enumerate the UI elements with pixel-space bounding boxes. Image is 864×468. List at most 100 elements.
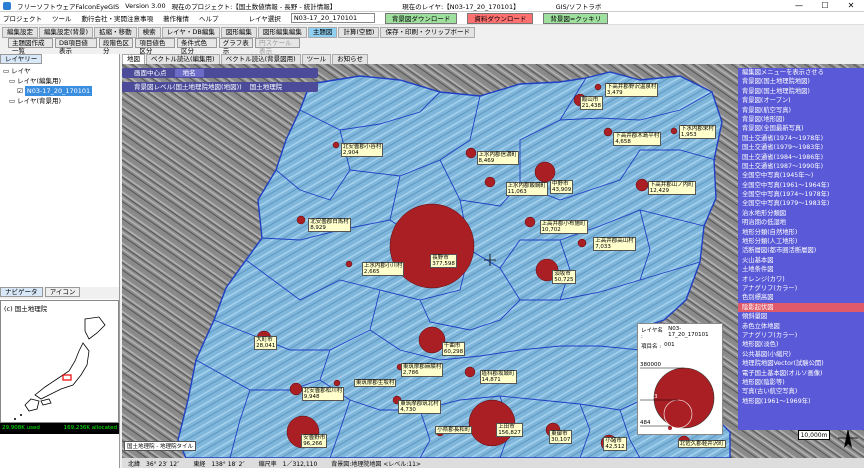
maximize-icon[interactable]: ☐	[812, 0, 838, 12]
tab-shape-edit2[interactable]: 図形編集編集	[257, 27, 307, 38]
bg-menu-item-34[interactable]: 写真(古い航空写真)	[738, 387, 864, 396]
bg-menu-item-19[interactable]: 活断層図(都市圏活断層図)	[738, 246, 864, 255]
bg-menu-item-29[interactable]: 地形図(淡色)	[738, 340, 864, 349]
bg-menu-item-12[interactable]: 全国空中写真(1961〜1964年)	[738, 181, 864, 190]
tab-edit-settings-bg[interactable]: 編集設定(背景)	[39, 27, 94, 38]
bg-level-bar[interactable]: 背景図レベル(国土地理院地図(地図)) 国土地理院	[122, 82, 318, 92]
city-circle-22[interactable]	[577, 238, 587, 248]
graph-button[interactable]: グラフ表示	[218, 38, 254, 55]
check-icon: ☑	[17, 87, 23, 95]
menu-help[interactable]: ヘルプ	[199, 13, 219, 23]
city-circle-14[interactable]	[296, 215, 306, 225]
city-circle-2[interactable]	[534, 161, 556, 183]
city-circle-13[interactable]	[332, 141, 340, 149]
tree-selected-layer[interactable]: ☑ N03-17_20_170101	[3, 86, 116, 96]
bg-menu-item-31[interactable]: 地理院地図Vector(試験公開)	[738, 359, 864, 368]
value-color-button[interactable]: 項目値色区分	[135, 38, 176, 55]
tree-root[interactable]: ▭ レイヤ	[3, 66, 116, 76]
circle-scale-button[interactable]: 円スケール表示	[255, 38, 300, 55]
city-population: 2,786	[402, 370, 419, 376]
bg-menu-item-13[interactable]: 全国空中写真(1974〜1978年)	[738, 190, 864, 199]
graded-color-button[interactable]: 段階色区分	[99, 38, 134, 55]
tree-layer-edit[interactable]: ▭ レイヤ(編集用)	[3, 76, 116, 86]
bg-menu-item-4[interactable]: 背景図(航空写真)	[738, 106, 864, 115]
bg-menu-item-7[interactable]: 国土交通省(1974〜1978年)	[738, 134, 864, 143]
bg-menu-item-11[interactable]: 全国空中写真(1945年〜)	[738, 171, 864, 180]
layer-panel-tab[interactable]: レイヤリー	[0, 54, 43, 64]
bg-menu-item-26[interactable]: 傾斜量図	[738, 312, 864, 321]
bg-menu-item-3[interactable]: 背景図(オープン)	[738, 96, 864, 105]
layer-select[interactable]: N03-17_20_170101	[290, 13, 375, 23]
bg-menu-item-16[interactable]: 明治期の低湿地	[738, 218, 864, 227]
menu-company[interactable]: 動行会社・実開注意事項	[82, 13, 154, 23]
bg-menu-item-24[interactable]: 色別標高図	[738, 293, 864, 302]
tab-calc[interactable]: 計算(空間)	[338, 27, 380, 38]
city-circle-26[interactable]	[670, 127, 678, 135]
bg-menu-item-27[interactable]: 赤色立体地図	[738, 322, 864, 331]
condition-color-button[interactable]: 条件式色区分	[177, 38, 217, 55]
bg-menu-item-9[interactable]: 国土交通省(1984〜1986年)	[738, 153, 864, 162]
navigator-map[interactable]: (c) 国土地理院	[0, 300, 119, 423]
center-point-bar[interactable]: 画面中心点 地名	[122, 68, 318, 78]
bg-menu-item-28[interactable]: アナグリフ(カラー)	[738, 331, 864, 340]
tab-save-print[interactable]: 保存・印刷・クリップボード	[380, 27, 475, 38]
city-circle-10[interactable]	[465, 147, 477, 159]
bg-menu-item-14[interactable]: 全国空中写真(1979〜1983年)	[738, 199, 864, 208]
bg-menu-item-17[interactable]: 地形分類(自然地形)	[738, 228, 864, 237]
tab-search[interactable]: 検索	[137, 27, 161, 38]
tab-icon[interactable]: アイコン	[44, 287, 81, 297]
tab-navigator[interactable]: ナビゲータ	[0, 287, 43, 297]
city-circle-24[interactable]	[594, 83, 602, 91]
data-download-button[interactable]: 資料ダウンロード	[467, 12, 534, 24]
db-value-button[interactable]: DB項目値表示	[54, 38, 97, 55]
city-circle-20[interactable]	[464, 366, 476, 378]
bg-menu-item-21[interactable]: 土地条件図	[738, 265, 864, 274]
city-circle-15[interactable]	[289, 382, 303, 396]
tree-layer-bg-label: レイヤ(背景用)	[17, 97, 62, 105]
status-lat: 北緯 36° 23′ 12″	[128, 460, 180, 468]
menu-project[interactable]: プロジェクト	[3, 13, 42, 23]
close-icon[interactable]: ✕	[838, 0, 864, 12]
bg-download-button[interactable]: 背景図ダウンロード	[384, 12, 458, 24]
menu-tools[interactable]: ツール	[52, 13, 72, 23]
bg-menu-item-32[interactable]: 電子国土基本図(オルソ画像)	[738, 369, 864, 378]
city-population: 4,730	[400, 407, 416, 413]
legend-max: 380000	[640, 362, 661, 368]
bg-menu-item-18[interactable]: 地形分類(人工地形)	[738, 237, 864, 246]
city-circle-23[interactable]	[603, 127, 613, 137]
tab-shape-edit[interactable]: 図形編集	[220, 27, 257, 38]
bg-menu-item-6[interactable]: 背景図(全国最新写真)	[738, 124, 864, 133]
current-layer: 現在のレイヤ:【N03-17_20_170101】	[402, 2, 520, 11]
bg-menu-item-25[interactable]: 陰影起伏図	[738, 302, 864, 313]
bg-menu-item-15[interactable]: 治水地形分類図	[738, 209, 864, 218]
legend-item-value: 001	[664, 342, 675, 348]
bg-menu-item-8[interactable]: 国土交通省(1979〜1983年)	[738, 143, 864, 152]
tab-zoom-move[interactable]: 拡縮・移動	[94, 27, 137, 38]
bg-menu-item-20[interactable]: 火山基本図	[738, 256, 864, 265]
bg-clear-button[interactable]: 背景図=クッキリ	[543, 12, 609, 24]
menu-copyright[interactable]: 著作権情	[163, 13, 189, 23]
bg-menu-item-5[interactable]: 背景図(地形図)	[738, 115, 864, 124]
city-circle-21[interactable]	[524, 216, 536, 228]
bg-menu-item-10[interactable]: 国土交通省(1987〜1990年)	[738, 162, 864, 171]
bg-menu-item-1[interactable]: 背景図(国土地理院地図)	[738, 77, 864, 86]
city-circle-12[interactable]	[345, 260, 353, 268]
city-circle-11[interactable]	[484, 176, 496, 188]
bg-menu-item-2[interactable]: 背景図(国土地理院地図)	[738, 87, 864, 96]
bg-menu-item-22[interactable]: オレンジ(カワ)	[738, 275, 864, 284]
tab-edit-settings[interactable]: 編集設定	[2, 27, 38, 38]
city-circle-25[interactable]	[635, 178, 649, 192]
tab-layer-db[interactable]: レイヤ・DB編集	[161, 27, 220, 38]
tree-layer-bg[interactable]: ▭ レイヤ(背景用)	[3, 96, 116, 106]
bg-menu-item-23[interactable]: アナグリフ(カラー)	[738, 284, 864, 293]
tab-thematic[interactable]: 主題図	[307, 27, 338, 38]
city-circle-16[interactable]	[333, 379, 341, 387]
center-point-label: 画面中心点	[134, 69, 167, 77]
city-label: 下高井郡木島平村 4,658	[613, 132, 662, 146]
thematic-list-button[interactable]: 主題図作成一覧	[8, 38, 53, 55]
minimize-icon[interactable]: —	[786, 0, 812, 12]
bg-menu-item-0[interactable]: 編集図メニューを表示させる	[738, 68, 864, 77]
bg-menu-item-30[interactable]: 公共基図(小縮尺)	[738, 350, 864, 359]
bg-menu-item-35[interactable]: 地形図(1961〜1969年)	[738, 397, 864, 406]
bg-menu-item-33[interactable]: 地形図(陰影等)	[738, 378, 864, 387]
